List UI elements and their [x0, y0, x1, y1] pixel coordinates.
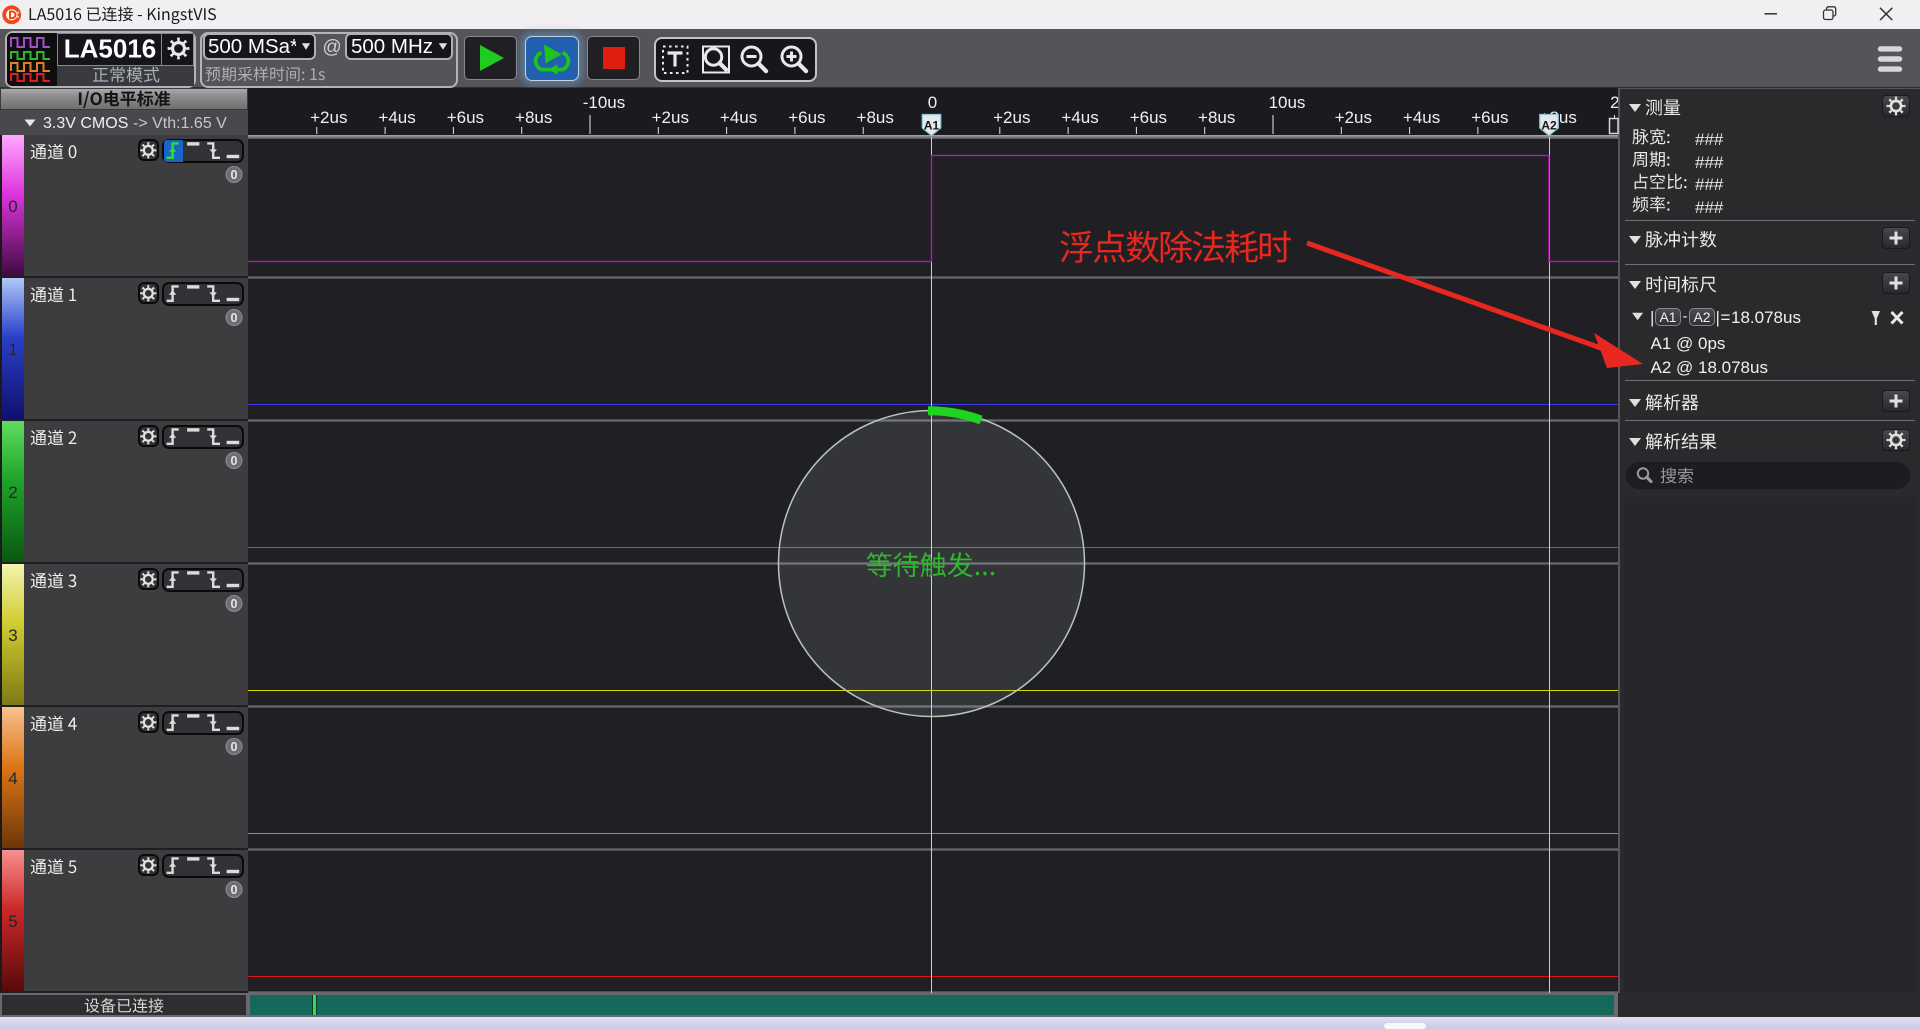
svg-text:0: 0 [231, 740, 238, 754]
svg-text:A1: A1 [924, 119, 940, 133]
svg-text:0: 0 [231, 454, 238, 468]
svg-text:0: 0 [231, 311, 238, 325]
svg-text:0: 0 [231, 168, 238, 182]
svg-text:0: 0 [231, 883, 238, 897]
svg-text:A2: A2 [1541, 119, 1557, 133]
svg-text:0: 0 [231, 597, 238, 611]
